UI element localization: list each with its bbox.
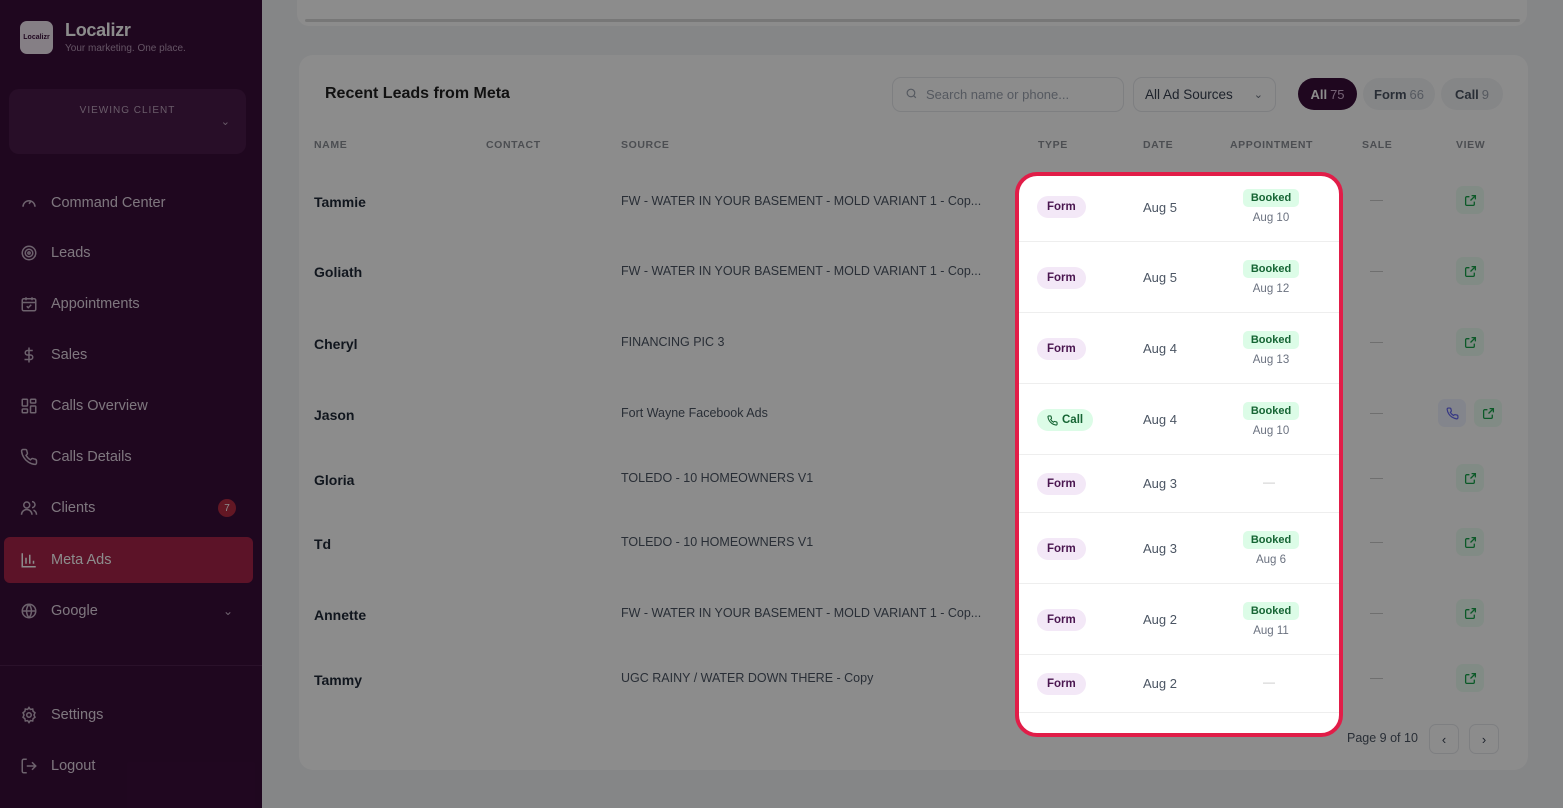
type-label: Form xyxy=(1047,478,1076,490)
booked-badge: Booked xyxy=(1243,602,1299,620)
type-badge: Form xyxy=(1037,338,1086,360)
lead-date: Aug 4 xyxy=(1143,412,1177,427)
lead-date: Aug 4 xyxy=(1143,341,1177,356)
appointment-date: Aug 10 xyxy=(1252,212,1290,224)
appointment-empty: — xyxy=(1263,675,1275,689)
lead-date: Aug 5 xyxy=(1143,270,1177,285)
type-label: Form xyxy=(1047,614,1076,626)
table-row[interactable]: Form Aug 5 Booked Aug 12 xyxy=(1019,242,1339,313)
phone-icon xyxy=(1047,414,1058,426)
type-badge: Form xyxy=(1037,267,1086,289)
highlighted-columns: Form Aug 5 Booked Aug 10 Form Aug 5 Book… xyxy=(1015,172,1343,737)
appointment-date: Aug 6 xyxy=(1255,554,1287,566)
booked-badge: Booked xyxy=(1243,531,1299,549)
type-badge: Form xyxy=(1037,673,1086,695)
type-badge: Call xyxy=(1037,409,1094,431)
lead-date: Aug 3 xyxy=(1143,476,1177,491)
table-row[interactable]: Form Aug 3 Booked Aug 6 xyxy=(1019,513,1339,584)
type-label: Call xyxy=(1062,414,1084,426)
lead-date: Aug 5 xyxy=(1143,200,1177,215)
type-label: Form xyxy=(1047,678,1076,690)
type-label: Form xyxy=(1047,201,1076,213)
appointment-empty: — xyxy=(1263,475,1275,489)
type-badge: Form xyxy=(1037,538,1086,560)
booked-badge: Booked xyxy=(1243,331,1299,349)
type-label: Form xyxy=(1047,343,1076,355)
table-row[interactable]: Call Aug 4 Booked Aug 10 xyxy=(1019,384,1339,455)
lead-date: Aug 2 xyxy=(1143,676,1177,691)
appointment-date: Aug 10 xyxy=(1252,425,1290,437)
table-row[interactable]: Form Aug 2 — xyxy=(1019,655,1339,713)
appointment-date: Aug 13 xyxy=(1252,354,1290,366)
lead-date: Aug 2 xyxy=(1143,612,1177,627)
type-label: Form xyxy=(1047,543,1076,555)
appointment-date: Aug 12 xyxy=(1252,283,1290,295)
type-badge: Form xyxy=(1037,609,1086,631)
type-badge: Form xyxy=(1037,196,1086,218)
type-badge: Form xyxy=(1037,473,1086,495)
table-row[interactable]: Form Aug 4 Booked Aug 13 xyxy=(1019,313,1339,384)
booked-badge: Booked xyxy=(1243,189,1299,207)
booked-badge: Booked xyxy=(1243,260,1299,278)
table-row[interactable]: Form Aug 2 Booked Aug 11 xyxy=(1019,584,1339,655)
appointment-date: Aug 11 xyxy=(1253,625,1289,637)
booked-badge: Booked xyxy=(1243,402,1299,420)
table-row[interactable]: Form Aug 3 — xyxy=(1019,455,1339,513)
table-row[interactable]: Form Aug 5 Booked Aug 10 xyxy=(1019,176,1339,242)
lead-date: Aug 3 xyxy=(1143,541,1177,556)
type-label: Form xyxy=(1047,272,1076,284)
